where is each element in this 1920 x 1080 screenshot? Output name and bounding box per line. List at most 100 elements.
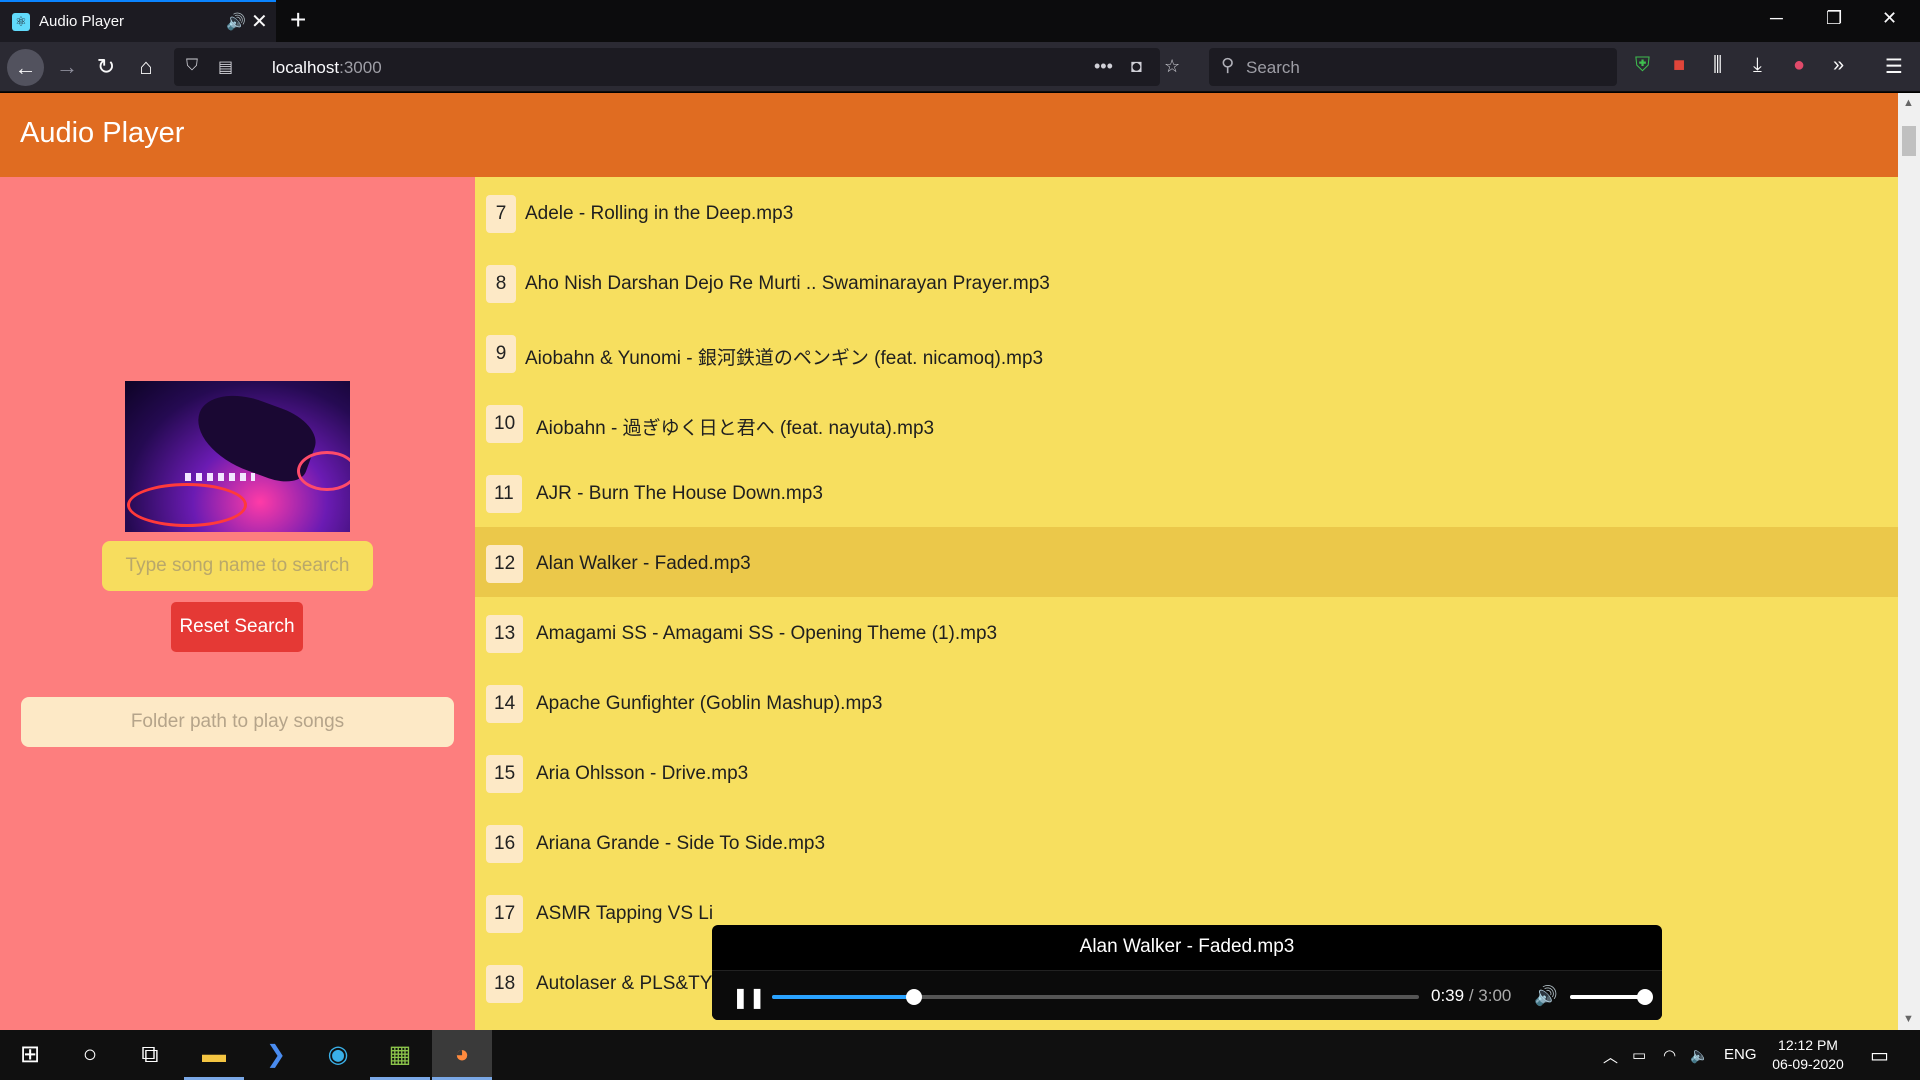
app-title: Audio Player xyxy=(20,117,185,149)
powershell-icon[interactable]: ❯ xyxy=(246,1030,306,1080)
song-row[interactable]: 11 AJR - Burn The House Down.mp3 xyxy=(475,457,1898,527)
restore-button[interactable]: ❐ xyxy=(1826,8,1842,29)
song-name: AJR - Burn The House Down.mp3 xyxy=(536,483,823,504)
volume-knob[interactable] xyxy=(1637,989,1653,1005)
edge-browser-icon[interactable]: ◉ xyxy=(308,1030,368,1080)
knob-ring-shape xyxy=(297,451,350,491)
clock-date: 06-09-2020 xyxy=(1772,1056,1844,1072)
page-scrollbar[interactable]: ▲ ▼ xyxy=(1898,93,1920,1030)
song-name: Alan Walker - Faded.mp3 xyxy=(536,553,751,574)
home-icon[interactable]: ⌂ xyxy=(131,52,161,82)
volume-icon[interactable]: 🔊 xyxy=(1534,984,1558,1008)
song-number: 10 xyxy=(486,405,524,443)
search-placeholder: Search xyxy=(1246,58,1300,77)
now-playing-title: Alan Walker - Faded.mp3 xyxy=(1079,936,1295,957)
song-name: ASMR Tapping VS Li xyxy=(536,903,714,924)
song-name: Aria Ohlsson - Drive.mp3 xyxy=(536,763,749,784)
song-number: 8 xyxy=(486,265,516,303)
time-display: 0:39 / 3:00 xyxy=(1431,986,1511,1006)
song-row-active[interactable]: 12 Alan Walker - Faded.mp3 xyxy=(475,527,1898,597)
song-number: 12 xyxy=(486,545,524,583)
bookmark-star-icon[interactable]: ☆ xyxy=(1164,56,1180,77)
green-app-icon[interactable]: ▦ xyxy=(370,1030,430,1080)
song-search-input[interactable] xyxy=(102,541,373,591)
song-name: Adele - Rolling in the Deep.mp3 xyxy=(525,203,794,224)
notifications-icon[interactable]: ▭ xyxy=(1870,1043,1889,1068)
time-separator: / xyxy=(1464,986,1479,1005)
song-number: 13 xyxy=(486,615,524,653)
progress-knob[interactable] xyxy=(906,989,923,1005)
browser-search-box[interactable]: ⚲ Search xyxy=(1209,48,1617,86)
library-icon[interactable]: ⫼ xyxy=(1713,54,1722,77)
song-row[interactable]: 14 Apache Gunfighter (Goblin Mashup).mp3 xyxy=(475,667,1898,737)
song-number: 17 xyxy=(486,895,524,933)
hamburger-menu-icon[interactable]: ☰ xyxy=(1885,54,1903,79)
file-explorer-icon[interactable]: ▬ xyxy=(184,1030,244,1080)
scroll-down-arrow-icon[interactable]: ▼ xyxy=(1903,1013,1914,1025)
back-button[interactable]: ← xyxy=(7,49,44,86)
new-tab-button[interactable]: + xyxy=(290,4,306,36)
volume-tray-icon[interactable]: 🔈 xyxy=(1690,1046,1709,1064)
system-clock[interactable]: 12:12 PM 06-09-2020 xyxy=(1766,1036,1850,1074)
song-row[interactable]: 9 Aiobahn & Yunomi - 銀河鉄道のペンギン (feat. ni… xyxy=(475,317,1898,387)
overflow-chevron-icon[interactable]: » xyxy=(1833,54,1844,77)
progress-slider[interactable] xyxy=(772,989,1419,1005)
song-number: 7 xyxy=(486,195,516,233)
song-number: 18 xyxy=(486,965,524,1003)
wifi-icon[interactable]: ◠ xyxy=(1663,1046,1676,1064)
account-avatar-icon[interactable]: ● xyxy=(1793,54,1805,77)
windows-start-icon[interactable]: ⊞ xyxy=(0,1030,60,1080)
tab-title: Audio Player xyxy=(39,13,125,30)
search-icon: ⚲ xyxy=(1221,55,1235,75)
song-row[interactable]: 8 Aho Nish Darshan Dejo Re Murti .. Swam… xyxy=(475,247,1898,317)
song-number: 9 xyxy=(486,335,516,373)
forward-button[interactable]: → xyxy=(52,52,82,82)
url-bar[interactable]: ⛉ ▤ localhost:3000 ••• ◘ ☆ xyxy=(174,48,1180,86)
mixer-keys-shape xyxy=(185,473,255,481)
song-number: 14 xyxy=(486,685,524,723)
volume-slider[interactable] xyxy=(1570,989,1653,1005)
song-row[interactable]: 10 Aiobahn - 過ぎゆく日と君へ (feat. nayuta).mp3 xyxy=(475,387,1898,457)
downloads-icon[interactable]: ⤓ xyxy=(1753,54,1762,77)
reload-button[interactable]: ↻ xyxy=(91,52,121,82)
scrollbar-thumb[interactable] xyxy=(1902,126,1916,156)
pocket-icon[interactable]: ◘ xyxy=(1131,56,1142,77)
language-indicator[interactable]: ENG xyxy=(1724,1046,1757,1063)
song-name: Amagami SS - Amagami SS - Opening Theme … xyxy=(536,623,998,644)
browser-tab[interactable]: ⚛ Audio Player 🔊 ✕ xyxy=(0,0,276,42)
task-view-icon[interactable]: ⧉ xyxy=(120,1030,180,1080)
tray-chevron-icon[interactable]: ︿ xyxy=(1603,1046,1618,1067)
minimize-button[interactable]: ─ xyxy=(1770,8,1783,29)
battery-icon[interactable]: ▭ xyxy=(1632,1046,1646,1064)
song-row[interactable]: 16 Ariana Grande - Side To Side.mp3 xyxy=(475,807,1898,877)
shield-icon[interactable]: ⛉ xyxy=(186,57,198,75)
song-row[interactable]: 7 Adele - Rolling in the Deep.mp3 xyxy=(475,177,1898,247)
close-tab-icon[interactable]: ✕ xyxy=(251,9,268,34)
react-favicon-icon: ⚛ xyxy=(12,13,30,31)
folder-path-input[interactable] xyxy=(21,697,454,747)
reset-search-button[interactable]: Reset Search xyxy=(171,602,303,652)
adblock-shield-icon[interactable]: ⛨ xyxy=(1635,54,1650,77)
song-name: Autolaser & PLS&TY xyxy=(536,973,713,994)
song-name: Apache Gunfighter (Goblin Mashup).mp3 xyxy=(536,693,883,714)
song-number: 16 xyxy=(486,825,524,863)
app-header: Audio Player xyxy=(0,93,1898,177)
song-row[interactable]: 13 Amagami SS - Amagami SS - Opening The… xyxy=(475,597,1898,667)
player-controls: ❚❚ 0:39 / 3:00 🔊 xyxy=(712,970,1662,1020)
firefox-icon[interactable]: ◕ xyxy=(432,1030,492,1080)
song-list: 6 7 Adele - Rolling in the Deep.mp3 8 Ah… xyxy=(475,177,1898,1030)
speaker-icon[interactable]: 🔊 xyxy=(226,12,246,32)
song-name: Aho Nish Darshan Dejo Re Murti .. Swamin… xyxy=(525,273,1050,294)
song-name: Ariana Grande - Side To Side.mp3 xyxy=(536,833,826,854)
clock-time: 12:12 PM xyxy=(1778,1037,1838,1053)
song-name: Aiobahn - 過ぎゆく日と君へ (feat. nayuta).mp3 xyxy=(536,418,935,439)
close-window-button[interactable]: ✕ xyxy=(1882,8,1897,29)
pause-icon[interactable]: ❚❚ xyxy=(732,985,766,1010)
extension-icon[interactable]: ■ xyxy=(1673,54,1685,77)
scroll-up-arrow-icon[interactable]: ▲ xyxy=(1903,97,1914,109)
url-text[interactable]: localhost:3000 xyxy=(272,58,382,78)
more-actions-icon[interactable]: ••• xyxy=(1094,56,1113,77)
page-info-icon[interactable]: ▤ xyxy=(218,57,233,77)
song-row[interactable]: 15 Aria Ohlsson - Drive.mp3 xyxy=(475,737,1898,807)
cortana-search-icon[interactable]: ○ xyxy=(60,1030,120,1080)
